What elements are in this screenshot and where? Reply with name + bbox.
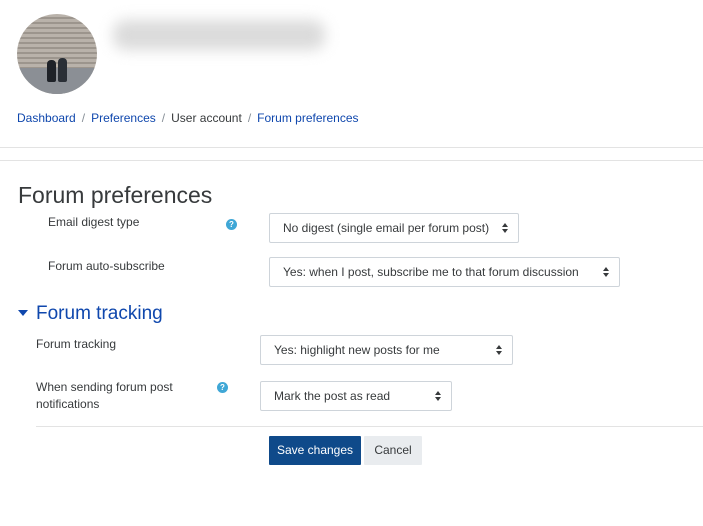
save-changes-button[interactable]: Save changes <box>269 436 361 465</box>
form-divider <box>36 426 703 427</box>
avatar-figure <box>47 60 56 82</box>
cancel-button[interactable]: Cancel <box>364 436 422 465</box>
notifications-label: When sending forum post notifications <box>36 379 173 413</box>
breadcrumb: Dashboard / Preferences / User account /… <box>17 111 359 125</box>
section-title-forum-tracking[interactable]: Forum tracking <box>36 303 163 325</box>
notifications-label-line1: When sending forum post <box>36 380 173 394</box>
page-title: Forum preferences <box>18 182 213 208</box>
auto-subscribe-select[interactable]: Yes: when I post, subscribe me to that f… <box>269 257 620 287</box>
select-caret-icon <box>496 345 503 355</box>
notifications-value: Mark the post as read <box>274 389 391 403</box>
avatar-ground <box>17 68 97 94</box>
breadcrumb-forum-preferences[interactable]: Forum preferences <box>257 111 358 125</box>
breadcrumb-separator: / <box>81 111 86 125</box>
breadcrumb-separator: / <box>161 111 166 125</box>
auto-subscribe-label: Forum auto-subscribe <box>48 259 165 273</box>
forum-tracking-value: Yes: highlight new posts for me <box>274 343 440 357</box>
breadcrumb-dashboard[interactable]: Dashboard <box>17 111 76 125</box>
notifications-select[interactable]: Mark the post as read <box>260 381 452 411</box>
avatar-figure <box>58 58 67 82</box>
page-header: Dashboard / Preferences / User account /… <box>0 0 703 148</box>
collapse-toggle-icon[interactable] <box>18 310 28 316</box>
help-icon[interactable]: ? <box>217 382 228 393</box>
forum-tracking-select[interactable]: Yes: highlight new posts for me <box>260 335 513 365</box>
help-icon[interactable]: ? <box>226 219 237 230</box>
user-avatar[interactable] <box>17 14 97 94</box>
breadcrumb-separator: / <box>247 111 252 125</box>
breadcrumb-preferences[interactable]: Preferences <box>91 111 156 125</box>
forum-tracking-label: Forum tracking <box>36 337 117 351</box>
auto-subscribe-value: Yes: when I post, subscribe me to that f… <box>283 265 579 279</box>
user-name-blurred <box>113 20 325 50</box>
email-digest-label: Email digest type <box>48 215 140 229</box>
email-digest-select[interactable]: No digest (single email per forum post) <box>269 213 519 243</box>
select-caret-icon <box>603 267 610 277</box>
select-caret-icon <box>502 223 509 233</box>
notifications-label-line2: notifications <box>36 397 100 411</box>
email-digest-value: No digest (single email per forum post) <box>283 221 490 235</box>
select-caret-icon <box>435 391 442 401</box>
breadcrumb-user-account: User account <box>171 111 242 125</box>
